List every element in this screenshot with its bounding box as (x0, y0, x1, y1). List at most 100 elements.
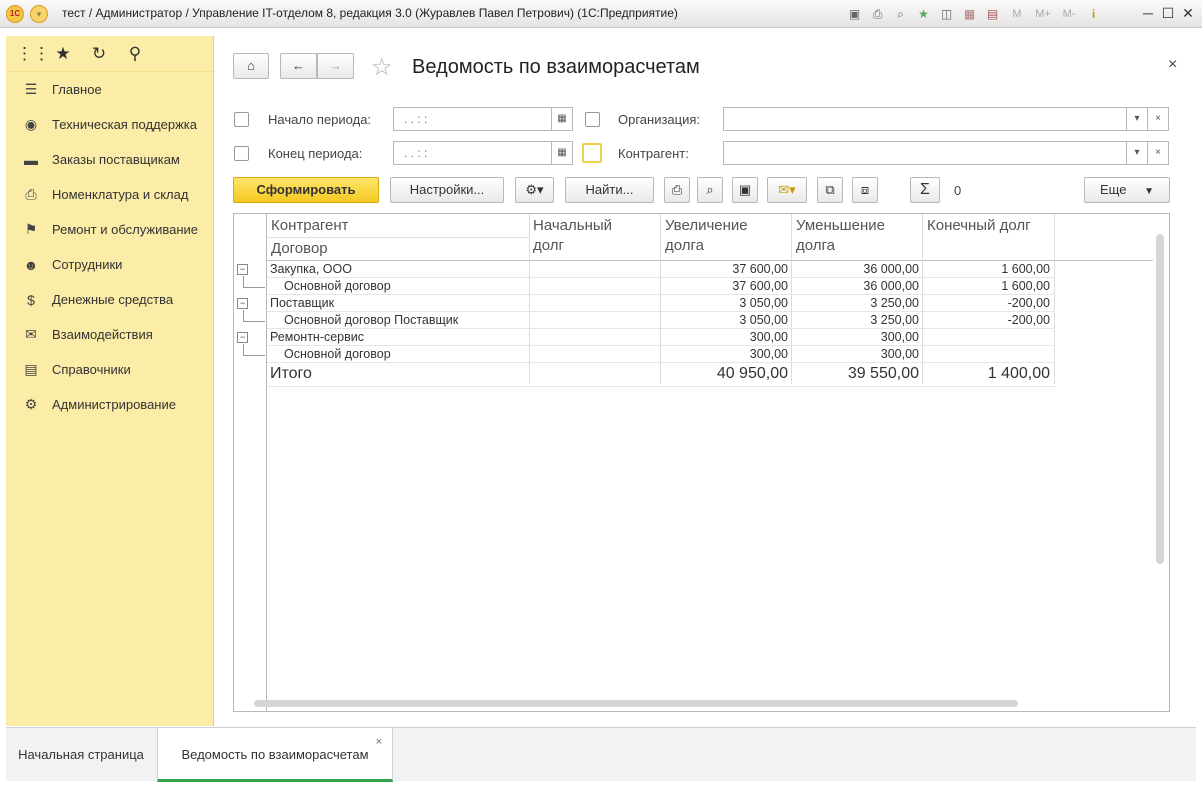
table-row[interactable]: Закупка, ООО 37 600,00 36 000,00 1 600,0… (267, 261, 1055, 278)
memory-m-button[interactable]: M (1007, 6, 1027, 23)
save-icon: ▣ (738, 182, 752, 197)
table-row[interactable]: Основной договор Поставщик 3 050,00 3 25… (267, 312, 1055, 329)
sidebar-item-admin[interactable]: ⚙ Администрирование (6, 387, 213, 422)
table-row[interactable]: Ремонтн-сервис 300,00 300,00 (267, 329, 1055, 346)
history-icon[interactable]: ◫ (938, 6, 955, 23)
period-end-checkbox[interactable] (234, 146, 249, 161)
print-icon[interactable]: ⎙ (869, 6, 886, 23)
tab-report[interactable]: Ведомость по взаиморасчетам × (157, 728, 393, 782)
vertical-scrollbar[interactable] (1156, 234, 1164, 564)
sidebar-item-nomenclature[interactable]: ⎙ Номенклатура и склад (6, 177, 213, 212)
favorites-star-icon[interactable]: ★ (52, 44, 74, 64)
counterparty-checkbox[interactable] (582, 143, 602, 163)
collapse-icon[interactable]: − (237, 298, 248, 309)
home-button[interactable]: ⌂ (233, 53, 269, 79)
copy-button[interactable]: ⧉ (817, 177, 843, 203)
preview-icon[interactable]: ⌕ (892, 6, 909, 23)
counterparty-label: Контрагент: (618, 146, 689, 161)
counterparty-input[interactable] (723, 141, 1129, 165)
titlebar-tools: ▣ ⎙ ⌕ ★ ◫ ▦ ▤ M M+ M- i (846, 5, 1102, 23)
sidebar-item-interactions[interactable]: ✉ Взаимодействия (6, 317, 213, 352)
row-final (922, 329, 1050, 346)
favorites-icon[interactable]: ★ (915, 6, 932, 23)
sidebar-item-employees[interactable]: ☻ Сотрудники (6, 247, 213, 282)
organization-clear-icon[interactable]: × (1147, 107, 1169, 131)
sidebar-item-label: Взаимодействия (52, 327, 153, 342)
history-icon[interactable]: ↻ (88, 44, 110, 64)
organization-checkbox[interactable] (585, 112, 600, 127)
print-button[interactable]: ⎙ (664, 177, 690, 203)
period-end-calendar-icon[interactable]: ▦ (551, 141, 573, 165)
menu-lines-icon: ☰ (24, 81, 38, 97)
all-functions-icon[interactable]: ⋮⋮ (16, 44, 50, 64)
organization-dropdown-icon[interactable]: ▾ (1126, 107, 1148, 131)
header-decrease: Уменьшение (796, 217, 885, 234)
sidebar-item-label: Техническая поддержка (52, 117, 197, 132)
organization-input[interactable] (723, 107, 1129, 131)
table-row[interactable]: Основной договор 37 600,00 36 000,00 1 6… (267, 278, 1055, 295)
paste-button[interactable]: ⧈ (852, 177, 878, 203)
save-button[interactable]: ▣ (732, 177, 758, 203)
send-email-button[interactable]: ✉▾ (767, 177, 807, 203)
more-button[interactable]: Еще ▼ (1084, 177, 1170, 203)
collapse-icon[interactable]: − (237, 332, 248, 343)
find-button[interactable]: Найти... (565, 177, 654, 203)
period-start-checkbox[interactable] (234, 112, 249, 127)
memory-plus-button[interactable]: M+ (1033, 6, 1053, 23)
sidebar-item-repair[interactable]: ⚑ Ремонт и обслуживание (6, 212, 213, 247)
row-increase: 300,00 (749, 330, 788, 344)
total-row[interactable]: Итого 40 950,00 39 550,00 1 400,00 (267, 363, 1055, 387)
sidebar-item-label: Справочники (52, 362, 131, 377)
sidebar-item-label: Номенклатура и склад (52, 187, 189, 202)
period-start-calendar-icon[interactable]: ▦ (551, 107, 573, 131)
minimize-icon[interactable]: ─ (1138, 4, 1158, 22)
tab-label: Начальная страница (18, 747, 144, 762)
search-icon[interactable]: ⚲ (124, 44, 146, 64)
favorite-star-icon[interactable]: ☆ (371, 53, 393, 82)
close-form-icon[interactable]: × (1168, 56, 1177, 74)
sidebar-item-main[interactable]: ☰ Главное (6, 72, 213, 107)
sidebar-item-supplier-orders[interactable]: ▬ Заказы поставщикам (6, 142, 213, 177)
calculator-icon[interactable]: ▦ (961, 6, 978, 23)
close-window-icon[interactable]: ✕ (1178, 4, 1198, 22)
table-row[interactable]: Основной договор 300,00 300,00 (267, 346, 1055, 363)
counterparty-dropdown-icon[interactable]: ▾ (1126, 141, 1148, 165)
period-start-input[interactable]: . . : : (393, 107, 552, 131)
app-logo-icon[interactable]: 1С (6, 5, 24, 23)
memory-minus-button[interactable]: M- (1059, 6, 1079, 23)
maximize-icon[interactable]: ☐ (1158, 4, 1178, 22)
table-row[interactable]: Поставщик 3 050,00 3 250,00 -200,00 (267, 295, 1055, 312)
tab-close-icon[interactable]: × (376, 736, 382, 748)
main-menu-icon[interactable]: ▾ (30, 5, 48, 23)
printer-icon: ⎙ (25, 186, 37, 202)
sidebar-item-label: Ремонт и обслуживание (52, 222, 198, 237)
sidebar-item-money[interactable]: $ Денежные средства (6, 282, 213, 317)
preview-button[interactable]: ⌕ (697, 177, 723, 203)
open-windows-bar: Начальная страница Ведомость по взаимора… (6, 727, 1196, 782)
row-name: Основной договор Поставщик (284, 313, 459, 327)
sum-button[interactable]: Σ (910, 177, 940, 203)
collapse-icon[interactable]: − (237, 264, 248, 275)
row-name: Ремонтн-сервис (270, 330, 365, 344)
counterparty-clear-icon[interactable]: × (1147, 141, 1169, 165)
horizontal-scrollbar[interactable] (254, 700, 1018, 707)
period-end-input[interactable]: . . : : (393, 141, 552, 165)
row-name: Поставщик (270, 296, 335, 310)
print-icon: ⎙ (671, 182, 683, 197)
row-name: Закупка, ООО (270, 262, 352, 276)
sidebar-tools: ⋮⋮ ★ ↻ ⚲ (6, 36, 213, 72)
info-icon[interactable]: i (1085, 6, 1102, 23)
header-initial-debt: Начальный (533, 217, 613, 234)
calendar-icon[interactable]: ▤ (984, 6, 1001, 23)
settings-button[interactable]: Настройки... (390, 177, 504, 203)
sidebar-item-support[interactable]: ◉ Техническая поддержка (6, 107, 213, 142)
sidebar-item-references[interactable]: ▤ Справочники (6, 352, 213, 387)
back-button[interactable]: ← (280, 53, 317, 79)
variant-menu-button[interactable]: ⚙▾ (515, 177, 554, 203)
paste-icon: ⧈ (860, 182, 870, 197)
tab-home[interactable]: Начальная страница (6, 728, 156, 782)
generate-button[interactable]: Сформировать (233, 177, 379, 203)
forward-button[interactable]: → (317, 53, 354, 79)
save-icon[interactable]: ▣ (846, 6, 863, 23)
report-table[interactable]: Контрагент Договор Начальный долг Увелич… (233, 213, 1170, 712)
